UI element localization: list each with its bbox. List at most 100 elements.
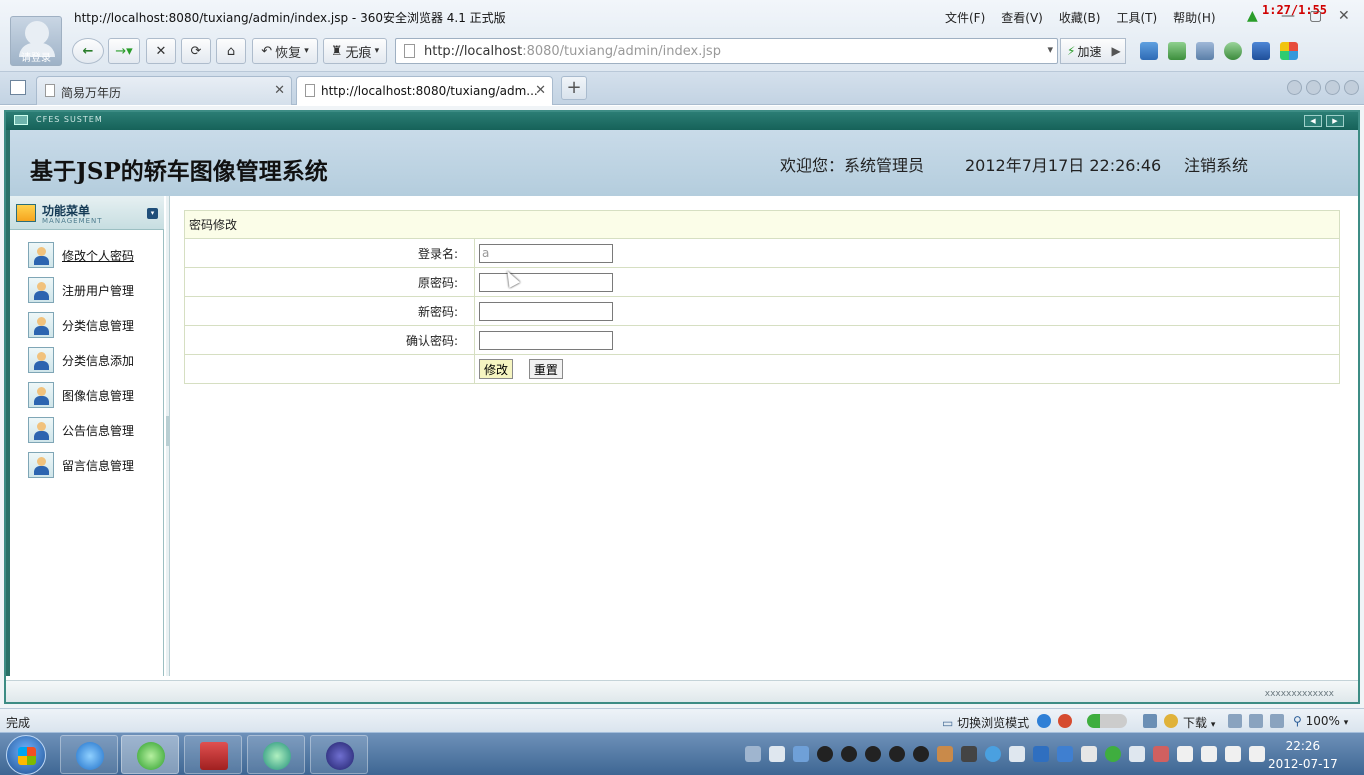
tray-app-icon[interactable] [961, 746, 977, 762]
screenshot-icon[interactable] [1196, 42, 1214, 60]
logout-link[interactable]: 注销系统 [1184, 152, 1248, 176]
start-button[interactable] [6, 735, 46, 775]
qq-icon[interactable] [841, 746, 857, 762]
taskbar-globe-app[interactable] [247, 735, 305, 774]
shield-icon[interactable] [1057, 746, 1073, 762]
splitter-grip[interactable] [166, 416, 170, 446]
arrow-right-icon[interactable]: ▶ [1326, 115, 1344, 127]
tab-admin-index[interactable]: http://localhost:8080/tuxiang/adm... ✕ [296, 76, 553, 105]
menu-view[interactable]: 查看(V) [1001, 9, 1043, 26]
download-button[interactable]: 下载 ▾ [1183, 714, 1215, 731]
plugin-icon[interactable] [1224, 42, 1242, 60]
tray-app-icon[interactable] [937, 746, 953, 762]
menu-item-category-management[interactable]: 分类信息管理 [28, 312, 134, 338]
home-button[interactable]: ⌂ [216, 38, 246, 64]
flag-icon[interactable] [1177, 746, 1193, 762]
address-url[interactable]: http://localhost:8080/tuxiang/admin/inde… [424, 44, 721, 59]
stop-button[interactable]: ✕ [146, 38, 176, 64]
old-password-input[interactable] [479, 272, 613, 292]
speaker-icon[interactable] [1270, 714, 1284, 728]
sidebar-splitter[interactable] [166, 196, 170, 676]
address-bar[interactable]: http://localhost:8080/tuxiang/admin/inde… [395, 38, 1058, 64]
tray-app-icon[interactable] [985, 746, 1001, 762]
tab-list-icon[interactable] [1325, 80, 1340, 95]
restore-button[interactable]: ↶ 恢复 ▾ [252, 38, 318, 64]
menu-item-label: 分类信息管理 [62, 318, 135, 333]
tray-app-icon[interactable] [1153, 746, 1169, 762]
qq-icon[interactable] [865, 746, 881, 762]
tray-app-icon[interactable] [769, 746, 785, 762]
sidebar-toggle-icon[interactable] [10, 80, 26, 95]
menu-tools[interactable]: 工具(T) [1116, 9, 1157, 26]
tray-app-icon[interactable] [1201, 746, 1217, 762]
tab-close-all-icon[interactable] [1344, 80, 1359, 95]
menu-item-image-management[interactable]: 图像信息管理 [28, 382, 134, 408]
taskbar-ie[interactable] [60, 735, 118, 774]
tab-scroll-left-icon[interactable] [1287, 80, 1302, 95]
address-dropdown-icon[interactable]: ▾ [1047, 43, 1053, 56]
toggle-switch-icon[interactable] [1087, 714, 1127, 728]
back-button[interactable]: ← [72, 38, 104, 64]
trash-icon[interactable] [1228, 714, 1242, 728]
arrow-left-icon[interactable]: ◀ [1304, 115, 1322, 127]
login-name-label: 登录名: [184, 238, 475, 268]
menu-item-category-add[interactable]: 分类信息添加 [28, 347, 134, 373]
apps-grid-icon[interactable] [1280, 42, 1298, 60]
user-avatar[interactable]: 请登录 [10, 16, 62, 66]
menu-item-change-password[interactable]: 修改个人密码 [28, 242, 134, 268]
tray-app-icon[interactable] [1081, 746, 1097, 762]
menu-help[interactable]: 帮助(H) [1173, 9, 1215, 26]
switch-mode-button[interactable]: ▭ 切换浏览模式 [942, 714, 1029, 731]
taskbar-eclipse[interactable] [310, 735, 368, 774]
collapse-icon[interactable]: ▾ [147, 208, 158, 219]
update-arrow-icon[interactable]: ▲ [1247, 8, 1258, 24]
keyboard-icon[interactable] [745, 746, 761, 762]
confirm-password-input[interactable] [479, 330, 613, 350]
translate-icon[interactable] [1168, 42, 1186, 60]
tab-scroll-right-icon[interactable] [1306, 80, 1321, 95]
new-tab-button[interactable]: + [561, 76, 587, 100]
security-icon[interactable] [1058, 714, 1072, 728]
new-password-input[interactable] [479, 301, 613, 321]
maximize-icon[interactable]: ▢ [1309, 8, 1322, 24]
qq-icon[interactable] [817, 746, 833, 762]
download-icon[interactable] [1164, 714, 1178, 728]
taskbar-360-browser[interactable] [121, 735, 179, 774]
forward-button[interactable]: →▾ [108, 38, 140, 64]
reset-button[interactable]: 重置 [528, 359, 563, 379]
taskbar-clock[interactable]: 22:26 2012-07-17 [1268, 737, 1338, 773]
close-tab-icon[interactable]: ✕ [535, 83, 546, 98]
submit-button[interactable]: 修改 [479, 359, 514, 379]
traceless-button[interactable]: ♜ 无痕 ▾ [323, 38, 387, 64]
monitor-status-icon[interactable] [1143, 714, 1157, 728]
speed-button[interactable]: ⚡ 加速 ▶ [1060, 38, 1126, 64]
menu-item-user-management[interactable]: 注册用户管理 [28, 277, 134, 303]
minimize-icon[interactable]: — [1281, 8, 1295, 24]
menu-favorites[interactable]: 收藏(B) [1059, 9, 1101, 26]
qq-icon[interactable] [913, 746, 929, 762]
network-icon[interactable] [1225, 746, 1241, 762]
volume-icon[interactable] [1249, 746, 1265, 762]
menu-item-message-management[interactable]: 留言信息管理 [28, 452, 134, 478]
refresh-button[interactable]: ⟳ [181, 38, 211, 64]
menu-file[interactable]: 文件(F) [945, 9, 985, 26]
tray-app-icon[interactable] [1009, 746, 1025, 762]
tray-app-icon[interactable] [1033, 746, 1049, 762]
play-icon[interactable]: ▶ [1111, 44, 1120, 58]
menu-item-notice-management[interactable]: 公告信息管理 [28, 417, 134, 443]
refresh-icon[interactable] [1105, 746, 1121, 762]
app-box-icon[interactable] [1140, 42, 1158, 60]
tray-app-icon[interactable] [1129, 746, 1145, 762]
window-icon[interactable] [1249, 714, 1263, 728]
tab-calendar[interactable]: 简易万年历 ✕ [36, 76, 292, 105]
qq-icon[interactable] [889, 746, 905, 762]
tray-app-icon[interactable] [793, 746, 809, 762]
taskbar-toolbox[interactable] [184, 735, 242, 774]
zoom-control[interactable]: ⚲ 100% ▾ [1293, 714, 1348, 728]
login-name-input[interactable] [479, 243, 613, 263]
ie-icon[interactable] [1037, 714, 1051, 728]
close-window-icon[interactable]: ✕ [1338, 8, 1350, 24]
new-password-label: 新密码: [184, 296, 475, 326]
video-icon[interactable] [1252, 42, 1270, 60]
close-tab-icon[interactable]: ✕ [274, 83, 285, 98]
